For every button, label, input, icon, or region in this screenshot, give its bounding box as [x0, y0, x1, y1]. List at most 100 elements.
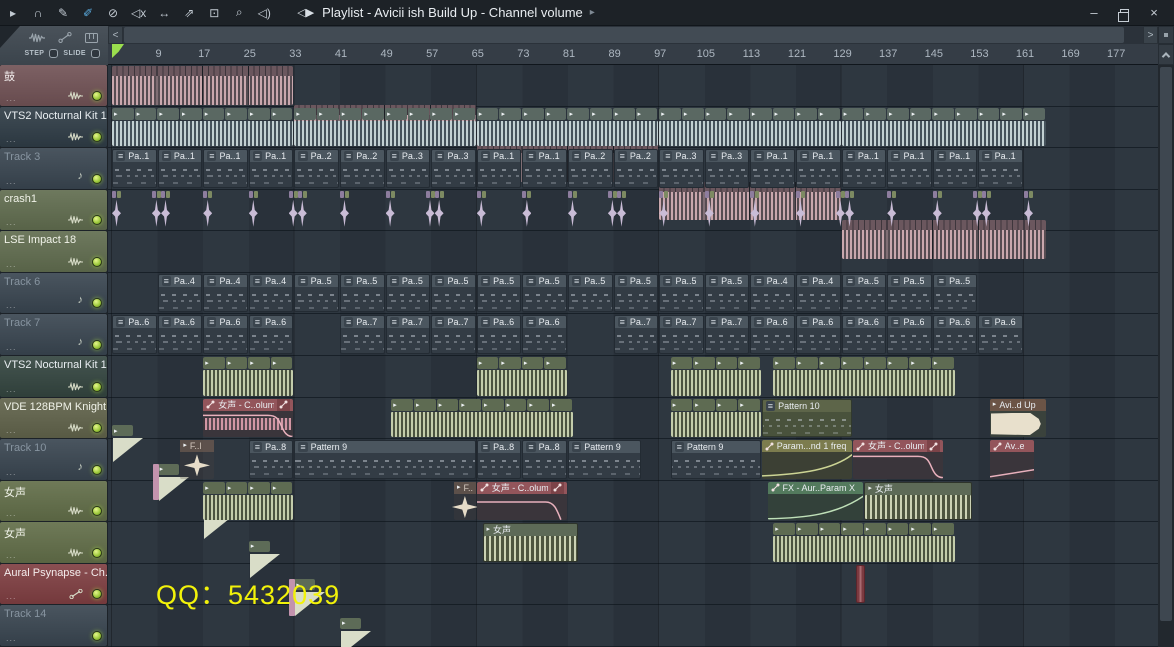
track-mute-led[interactable] — [92, 465, 102, 475]
pattern-clip[interactable]: ≡Pa..4 — [203, 274, 248, 313]
slice-header[interactable]: ▸ — [203, 357, 225, 369]
audio-clip-crash[interactable] — [1024, 191, 1033, 230]
slice-header[interactable]: ▸ — [796, 523, 818, 535]
pattern-clip[interactable]: ≡Pa..6 — [933, 315, 978, 354]
vertical-scroll-thumb[interactable] — [1160, 67, 1172, 621]
audio-clip-drums[interactable] — [842, 220, 1046, 259]
pattern-clip[interactable]: ≡Pa..5 — [842, 274, 887, 313]
pattern-clip[interactable]: ≡Pa..8 — [477, 440, 522, 479]
pattern-clip[interactable]: ≡Pa..6 — [796, 315, 841, 354]
pattern-clip[interactable]: ≡Pa..6 — [112, 315, 157, 354]
pattern-clip[interactable]: ≡Pa..1 — [158, 149, 203, 188]
pattern-clip[interactable]: ≡Pa..1 — [477, 149, 522, 188]
audio-clip-crash[interactable] — [796, 191, 805, 230]
delete-tool-icon[interactable]: ⊘ — [106, 6, 120, 20]
pattern-clip[interactable]: ≡Pa..3 — [386, 149, 431, 188]
timeline-ruler[interactable]: 9172533414957657381899710511312112913714… — [108, 44, 1158, 65]
pencil-tool-icon[interactable]: ✎ — [56, 6, 70, 20]
pattern-clip[interactable]: ≡Pa..6 — [158, 315, 203, 354]
track-header[interactable]: VTS2 Nocturnal Kit 1..... — [0, 107, 107, 148]
track-header[interactable]: Track 14... — [0, 605, 107, 646]
pattern-clip[interactable]: ≡Pattern 10 — [762, 399, 852, 438]
automation-clip[interactable]: Param...nd 1 freq — [762, 440, 852, 479]
slice-header[interactable]: ▸ — [671, 399, 693, 411]
pattern-clip[interactable]: ≡Pa..8 — [522, 440, 567, 479]
track-header[interactable]: crash1... — [0, 190, 107, 231]
track-header[interactable]: Track 6...♪ — [0, 273, 107, 314]
pattern-clip[interactable]: ≡Pa..5 — [614, 274, 659, 313]
audio-clip-sliced[interactable]: ▸▸▸▸ — [203, 357, 293, 396]
audio-clip-sliced[interactable]: ▸▸▸▸▸▸▸▸ — [391, 399, 572, 438]
zoom-tool-icon[interactable]: ⌕ — [232, 5, 246, 20]
track-header[interactable]: LSE Impact 18... — [0, 231, 107, 272]
slice-header[interactable]: ▸ — [636, 108, 658, 120]
pattern-clip[interactable]: ≡Pa..5 — [933, 274, 978, 313]
slice-header[interactable]: ▸ — [693, 399, 715, 411]
slice-header[interactable]: ▸ — [294, 108, 316, 120]
audio-clip-crash[interactable] — [522, 191, 531, 230]
automation-clip[interactable]: 女声 - C..olume — [203, 399, 293, 438]
audio-clip-sliced[interactable]: ▸▸▸▸▸▸▸▸ — [773, 357, 954, 396]
slice-header[interactable]: ▸ — [795, 108, 817, 120]
audio-clip-fx[interactable]: ▸F.. — [454, 482, 476, 521]
pattern-clip[interactable]: ≡Pa..2 — [340, 149, 385, 188]
automation-clip[interactable]: Av..e — [990, 440, 1035, 479]
pattern-clip[interactable]: ≡Pa..5 — [340, 274, 385, 313]
pattern-clip[interactable]: ≡Pa..5 — [659, 274, 704, 313]
slice-header[interactable]: ▸ — [430, 108, 452, 120]
select-tool-icon[interactable]: ⊡ — [207, 6, 221, 20]
audio-clip-vocal[interactable]: ▸女声 — [864, 482, 971, 521]
minimize-button[interactable]: – — [1082, 4, 1106, 22]
slice-header[interactable]: ▸ — [705, 108, 727, 120]
slice-header[interactable]: ▸ — [477, 357, 499, 369]
track-mute-led[interactable] — [92, 423, 102, 433]
slice-header[interactable]: ▸ — [248, 482, 270, 494]
pattern-clip[interactable]: ≡Pattern 9 — [294, 440, 475, 479]
audio-clip-sliced[interactable]: ▸▸▸▸▸▸▸▸ — [659, 108, 840, 147]
pattern-clip[interactable]: ≡Pa..1 — [887, 149, 932, 188]
slice-header[interactable]: ▸ — [385, 108, 407, 120]
slice-header[interactable]: ▸ — [716, 357, 738, 369]
slice-header[interactable]: ▸ — [841, 357, 863, 369]
pattern-clip[interactable]: ≡Pa..6 — [477, 315, 522, 354]
slice-header[interactable]: ▸ — [819, 357, 841, 369]
slice-header[interactable]: ▸ — [932, 108, 954, 120]
audio-clip-buildup[interactable]: ▸Avi..d Up — [990, 399, 1046, 438]
audio-clip-crash[interactable] — [933, 191, 942, 230]
track-mute-led[interactable] — [92, 215, 102, 225]
audio-clip-drums[interactable] — [112, 66, 293, 105]
pattern-clip[interactable]: ≡Pa..5 — [522, 274, 567, 313]
audio-clip-crash[interactable] — [477, 191, 486, 230]
slice-header[interactable]: ▸ — [887, 108, 909, 120]
slide-checkbox[interactable] — [91, 49, 100, 58]
audio-clip-sliced[interactable]: ▸▸▸▸ — [671, 357, 761, 396]
slice-header[interactable]: ▸ — [414, 399, 436, 411]
audio-clip-crash[interactable] — [836, 191, 845, 230]
scroll-left-button[interactable]: < — [108, 26, 123, 44]
slice-header[interactable]: ▸ — [271, 357, 293, 369]
wave-icon[interactable] — [29, 33, 45, 43]
slice-header[interactable]: ▸ — [864, 357, 886, 369]
pattern-clip[interactable]: ≡Pa..6 — [203, 315, 248, 354]
slice-header[interactable]: ▸ — [112, 108, 134, 120]
slice-header[interactable]: ▸ — [773, 523, 795, 535]
slice-header[interactable]: ▸ — [544, 357, 566, 369]
slice-header[interactable]: ▸ — [317, 108, 339, 120]
slice-header[interactable]: ▸ — [477, 108, 499, 120]
slice-header[interactable]: ▸ — [522, 108, 544, 120]
pattern-clip[interactable]: ≡Pa..1 — [249, 149, 294, 188]
track-mute-led[interactable] — [92, 298, 102, 308]
slice-header[interactable]: ▸ — [590, 108, 612, 120]
playback-tool-icon[interactable]: ◁) — [257, 6, 271, 20]
audio-clip-crash[interactable] — [845, 191, 854, 230]
pattern-clip[interactable]: ≡Pa..1 — [796, 149, 841, 188]
track-header[interactable]: 鼓... — [0, 65, 107, 106]
slice-header[interactable]: ▸ — [248, 357, 270, 369]
audio-clip-crash[interactable] — [426, 191, 435, 230]
pattern-clip[interactable]: ≡Pa..6 — [249, 315, 294, 354]
mute-tool-icon[interactable]: ◁x — [131, 6, 146, 20]
slice-header[interactable]: ▸ — [157, 108, 179, 120]
pattern-clip[interactable]: ≡Pa..1 — [112, 149, 157, 188]
audio-clip-crash[interactable] — [608, 191, 617, 230]
track-header[interactable]: Track 7...♪ — [0, 314, 107, 355]
